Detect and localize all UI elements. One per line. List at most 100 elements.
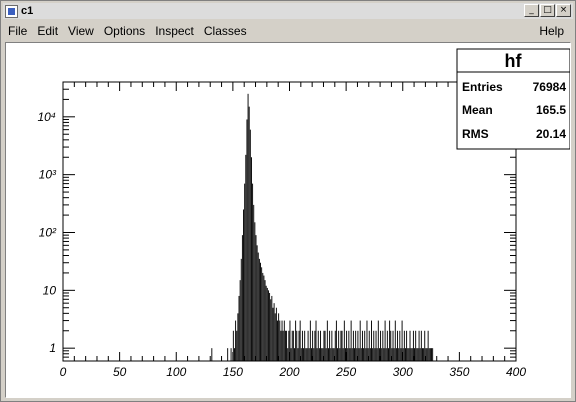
menu-inspect[interactable]: Inspect bbox=[150, 24, 199, 38]
histogram-bar bbox=[238, 295, 240, 361]
histogram-bar bbox=[325, 348, 327, 361]
histogram-bar bbox=[227, 348, 229, 361]
histogram-bar bbox=[332, 348, 334, 361]
histogram-bar bbox=[339, 348, 341, 361]
histogram-bar bbox=[240, 258, 242, 361]
histogram-bar bbox=[270, 299, 272, 361]
histogram-bar bbox=[258, 258, 260, 361]
histogram-bar bbox=[359, 320, 361, 361]
histogram-bar bbox=[317, 330, 319, 361]
histogram-bar bbox=[385, 348, 387, 361]
histogram-bar bbox=[406, 330, 408, 361]
histogram-bar bbox=[246, 119, 248, 361]
histogram-bar bbox=[432, 348, 434, 361]
histogram-bar bbox=[395, 348, 397, 361]
stats-value-entries: 76984 bbox=[533, 80, 567, 94]
x-tick-label: 250 bbox=[335, 365, 356, 379]
histogram-bar bbox=[282, 330, 284, 361]
histogram-bar bbox=[373, 330, 375, 361]
histogram-bar bbox=[417, 348, 419, 361]
histogram-bar bbox=[257, 252, 259, 361]
histogram-bar bbox=[298, 330, 300, 361]
histogram-bar bbox=[249, 129, 251, 361]
histogram-bar bbox=[347, 348, 349, 361]
histogram-bar bbox=[400, 348, 402, 361]
histogram-bar bbox=[237, 313, 239, 361]
histogram-bar bbox=[321, 348, 323, 361]
menu-help[interactable]: Help bbox=[534, 24, 569, 38]
histogram-bar bbox=[351, 348, 353, 361]
histogram-bar bbox=[251, 157, 252, 361]
title-bar[interactable]: c1 _ □ × bbox=[3, 3, 573, 19]
histogram-bar bbox=[364, 330, 366, 361]
menu-classes[interactable]: Classes bbox=[199, 24, 252, 38]
root-window: c1 _ □ × File Edit View Options Inspect … bbox=[0, 0, 576, 402]
histogram-bar bbox=[338, 330, 340, 361]
histogram-bar bbox=[409, 330, 411, 361]
histogram-bar bbox=[314, 330, 316, 361]
x-tick-label: 350 bbox=[449, 365, 469, 379]
maximize-button[interactable]: □ bbox=[540, 4, 555, 17]
minimize-button[interactable]: _ bbox=[524, 4, 539, 17]
stats-label-entries: Entries bbox=[462, 80, 503, 94]
histogram-bar bbox=[235, 320, 237, 361]
histogram-bar bbox=[355, 330, 357, 361]
plot-frame bbox=[62, 81, 517, 362]
menu-edit[interactable]: Edit bbox=[32, 24, 63, 38]
histogram-bar bbox=[372, 348, 374, 361]
histogram-bar bbox=[418, 330, 420, 361]
histogram-bar bbox=[411, 348, 413, 361]
y-tick-label: 10 bbox=[43, 283, 57, 297]
histogram-bar bbox=[264, 280, 266, 361]
histogram-bar bbox=[263, 275, 265, 361]
histogram-bar bbox=[393, 348, 395, 361]
histogram-bar bbox=[384, 320, 386, 361]
histogram-bar bbox=[361, 330, 363, 361]
histogram-bar bbox=[331, 330, 333, 361]
histogram-bar bbox=[271, 295, 273, 361]
histogram-bar bbox=[427, 330, 429, 361]
menu-view[interactable]: View bbox=[63, 24, 99, 38]
histogram-bar bbox=[398, 348, 400, 361]
stats-box[interactable]: hf Entries 76984 Mean 165.5 RMS 20.14 bbox=[456, 48, 570, 150]
histogram-bar bbox=[428, 348, 430, 361]
histogram-bar bbox=[305, 348, 307, 361]
histogram-bar bbox=[272, 307, 274, 361]
histogram-bar bbox=[352, 330, 354, 361]
histogram-bar bbox=[326, 320, 328, 361]
histogram-bar bbox=[383, 348, 385, 361]
histogram-bar bbox=[342, 348, 344, 361]
histogram-bar bbox=[236, 330, 238, 361]
histogram-bar bbox=[375, 330, 377, 361]
y-tick-label: 10² bbox=[39, 225, 57, 239]
histogram-bar bbox=[349, 348, 351, 361]
histogram-bar bbox=[408, 348, 410, 361]
histogram-bar bbox=[281, 320, 283, 361]
stats-title: hf bbox=[505, 51, 523, 71]
histogram-bar bbox=[422, 348, 423, 361]
histogram-bar bbox=[377, 320, 379, 361]
histogram-bar bbox=[230, 348, 232, 361]
histogram-bar bbox=[399, 330, 401, 361]
plot-canvas[interactable]: 0 50 100 150 200 250 300 350 400 1 10 10² 10³ 10⁴ hf… bbox=[5, 42, 571, 398]
histogram-bar bbox=[328, 348, 329, 361]
histogram-bar bbox=[315, 320, 317, 361]
histogram-bar bbox=[275, 307, 277, 361]
histogram-bar bbox=[316, 348, 318, 361]
histogram-bar bbox=[348, 330, 350, 361]
histogram-bar bbox=[358, 348, 360, 361]
close-button[interactable]: × bbox=[556, 4, 571, 17]
histogram-bar bbox=[286, 330, 288, 361]
histogram-bar bbox=[254, 222, 256, 361]
histogram-bar bbox=[386, 330, 388, 361]
histogram-bar bbox=[410, 348, 412, 361]
histogram-bar bbox=[329, 330, 331, 361]
histogram-bar bbox=[277, 320, 278, 361]
histogram-bar bbox=[397, 330, 399, 361]
histogram-bar bbox=[303, 348, 305, 361]
x-tick-label: 100 bbox=[166, 365, 186, 379]
menu-file[interactable]: File bbox=[3, 24, 32, 38]
histogram-bar bbox=[360, 348, 362, 361]
menu-bar: File Edit View Options Inspect Classes H… bbox=[3, 22, 573, 40]
menu-options[interactable]: Options bbox=[99, 24, 150, 38]
